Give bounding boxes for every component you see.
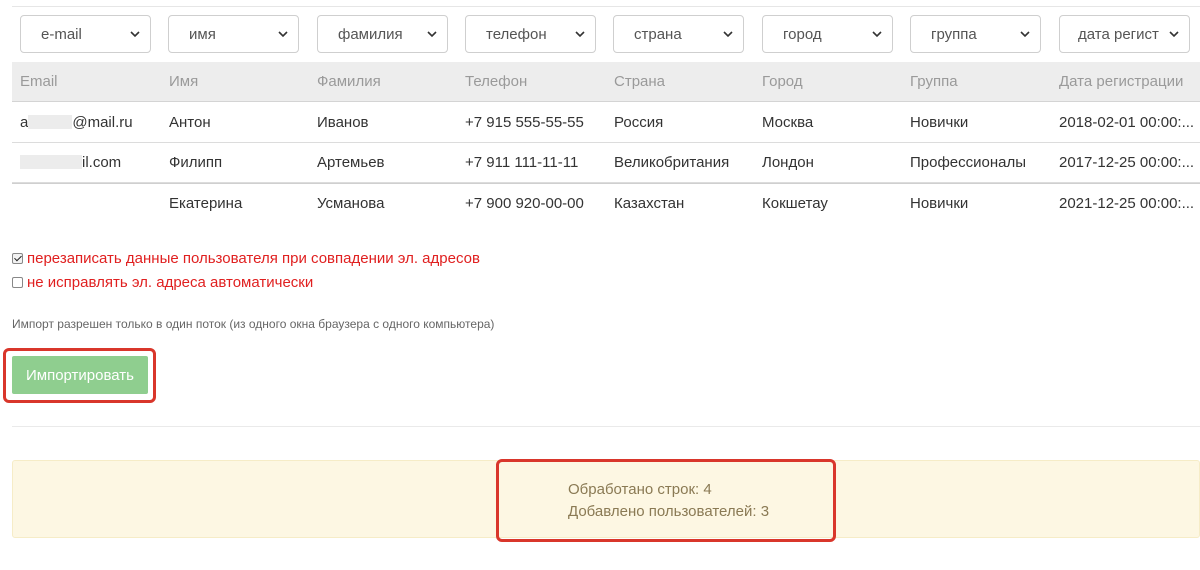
chevron-down-icon (1169, 31, 1179, 38)
result-highlight (496, 459, 836, 542)
phone-cell: +7 915 555-55-55 (465, 114, 584, 131)
last-name-cell: Иванов (317, 114, 369, 131)
last-name-cell: Усманова (317, 195, 385, 212)
no-autofix-option[interactable]: не исправлять эл. адреса автоматически (12, 274, 313, 291)
city-cell: Кокшетау (762, 195, 828, 212)
chevron-down-icon (723, 31, 733, 38)
table-row: il.com Филипп Артемьев +7 911 111-11-11 … (12, 143, 1200, 183)
column-header: Имя (169, 73, 199, 90)
column-select-last-name[interactable]: фамилия (317, 15, 448, 53)
registration-date-cell: 2018-02-01 00:00:... (1059, 114, 1195, 131)
group-cell: Новички (910, 114, 969, 131)
column-select-value: телефон (486, 25, 547, 43)
column-header: Дата регистрации (1059, 73, 1184, 90)
redacted-block (20, 155, 82, 169)
redacted-block (28, 115, 73, 129)
registration-date-cell: 2017-12-25 00:00:... (1059, 154, 1195, 171)
column-select-value: дата регист (1078, 25, 1159, 43)
registration-date-cell: 2021-12-25 00:00:... (1059, 195, 1195, 212)
email-cell: a @mail.ru (20, 103, 133, 143)
group-cell: Новички (910, 195, 969, 212)
column-select-phone[interactable]: телефон (465, 15, 596, 53)
single-thread-note: Импорт разрешен только в один поток (из … (12, 317, 495, 331)
column-select-group[interactable]: группа (910, 15, 1041, 53)
checkbox-checked-icon[interactable] (12, 253, 23, 264)
chevron-down-icon (575, 31, 585, 38)
country-cell: Россия (614, 114, 664, 131)
column-header: Телефон (465, 73, 528, 90)
column-select-city[interactable]: город (762, 15, 893, 53)
city-cell: Москва (762, 114, 814, 131)
first-name-cell: Филипп (169, 154, 223, 171)
overwrite-option[interactable]: перезаписать данные пользователя при сов… (12, 250, 480, 267)
section-divider (12, 426, 1200, 427)
column-select-email[interactable]: e-mail (20, 15, 151, 53)
column-select-value: страна (634, 25, 682, 43)
column-select-country[interactable]: страна (613, 15, 744, 53)
email-suffix: @mail.ru (72, 114, 133, 131)
row-divider (12, 183, 1200, 184)
column-header: Страна (614, 73, 666, 90)
table-header: Email Имя Фамилия Телефон Страна Город Г… (12, 62, 1200, 102)
checkbox-empty-icon[interactable] (12, 277, 23, 288)
overwrite-option-label: перезаписать данные пользователя при сов… (27, 250, 480, 267)
chevron-down-icon (1020, 31, 1030, 38)
column-select-value: e-mail (41, 25, 82, 43)
country-cell: Великобритания (614, 154, 730, 171)
column-header: Email (20, 73, 58, 90)
group-cell: Профессионалы (910, 154, 1027, 171)
column-select-registration-date[interactable]: дата регист (1059, 15, 1190, 53)
column-header: Город (762, 73, 803, 90)
column-select-value: группа (931, 25, 977, 43)
column-select-first-name[interactable]: имя (168, 15, 299, 53)
first-name-cell: Антон (169, 114, 211, 131)
email-prefix: a (20, 114, 29, 131)
chevron-down-icon (427, 31, 437, 38)
first-name-cell: Екатерина (169, 195, 243, 212)
no-autofix-option-label: не исправлять эл. адреса автоматически (27, 274, 314, 291)
chevron-down-icon (130, 31, 140, 38)
country-cell: Казахстан (614, 195, 685, 212)
email-suffix: il.com (82, 154, 122, 171)
phone-cell: +7 900 920-00-00 (465, 195, 584, 212)
city-cell: Лондон (762, 154, 814, 171)
last-name-cell: Артемьев (317, 154, 385, 171)
column-mapping-bar: e-mail имя фамилия телефон страна город … (0, 15, 1200, 53)
column-header: Фамилия (317, 73, 381, 90)
email-cell: il.com (20, 143, 121, 183)
column-select-value: фамилия (338, 25, 403, 43)
table-row: Екатерина Усманова +7 900 920-00-00 Каза… (12, 184, 1200, 224)
top-divider (12, 6, 1200, 7)
column-select-value: город (783, 25, 822, 43)
phone-cell: +7 911 111-11-11 (465, 154, 579, 171)
import-button[interactable]: Импортировать (12, 356, 148, 394)
chevron-down-icon (872, 31, 882, 38)
column-select-value: имя (189, 25, 216, 43)
table-row: a @mail.ru Антон Иванов +7 915 555-55-55 … (12, 103, 1200, 143)
column-header: Группа (910, 73, 958, 90)
chevron-down-icon (278, 31, 288, 38)
